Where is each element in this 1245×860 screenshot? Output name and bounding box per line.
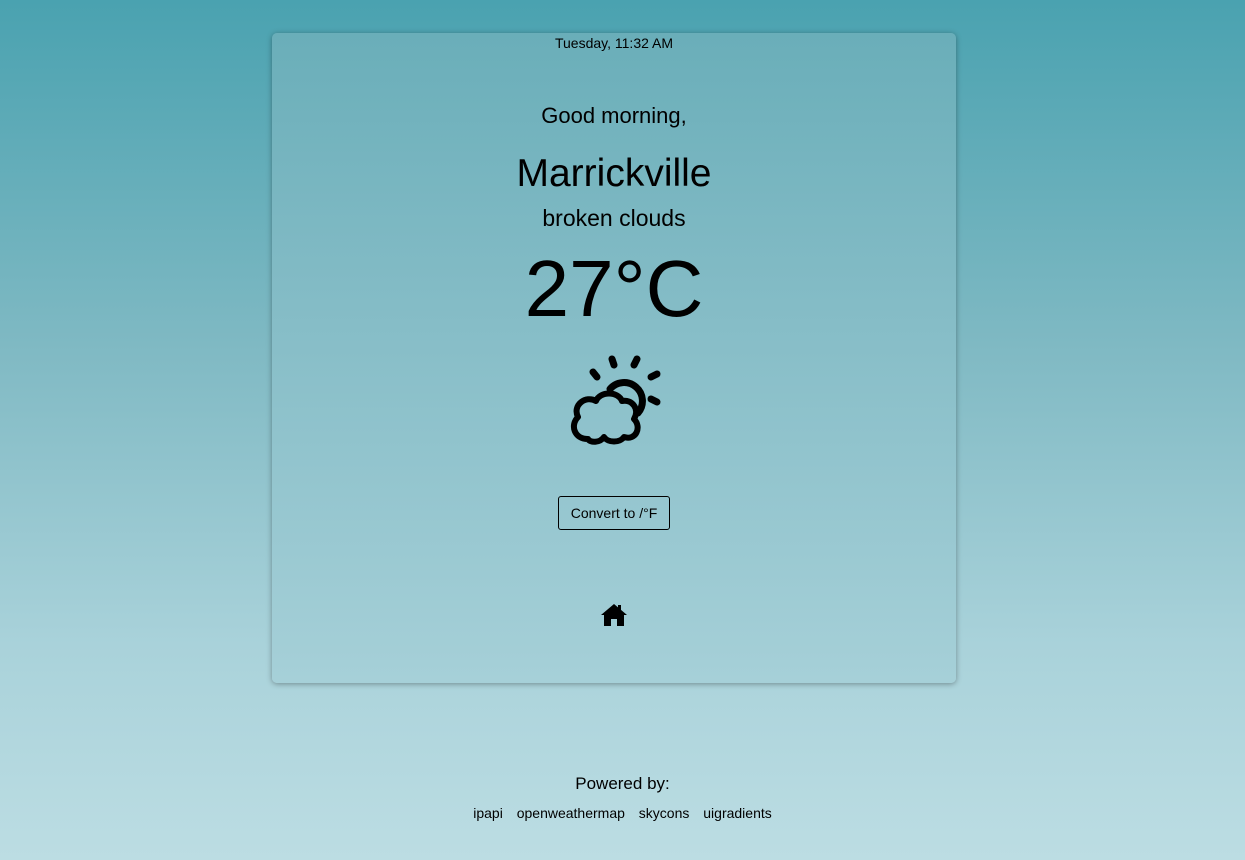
weather-description: broken clouds (542, 205, 686, 231)
credit-links: ipapi openweathermap skycons uigradients (0, 805, 1245, 821)
greeting-text: Good morning, (541, 103, 687, 128)
home-icon[interactable] (600, 603, 628, 627)
weather-card: Tuesday, 11:32 AM Good morning, Marrickv… (272, 33, 956, 683)
city-name: Marrickville (516, 152, 712, 195)
temperature: 27°C (524, 244, 704, 333)
uigradients-link[interactable]: uigradients (703, 805, 772, 821)
partly-cloudy-day-icon (570, 355, 661, 445)
openweathermap-link[interactable]: openweathermap (517, 805, 625, 821)
ipapi-link[interactable]: ipapi (473, 805, 503, 821)
skycons-link[interactable]: skycons (639, 805, 690, 821)
date-time: Tuesday, 11:32 AM (554, 35, 674, 51)
powered-by-label: Powered by: (575, 774, 670, 793)
convert-to-fahrenheit-button[interactable]: Convert to /°F (558, 496, 670, 530)
footer: Powered by: ipapi openweathermap skycons… (0, 773, 1245, 821)
